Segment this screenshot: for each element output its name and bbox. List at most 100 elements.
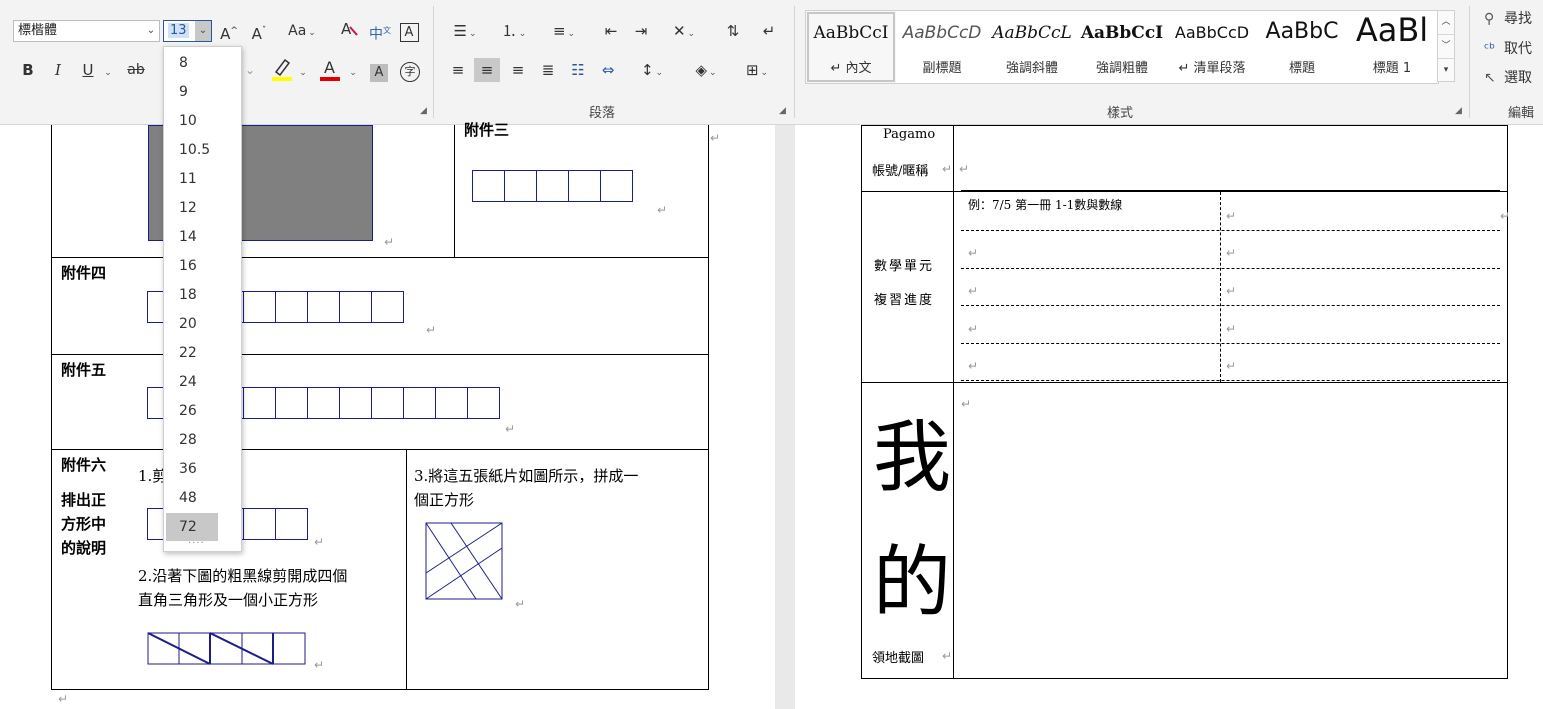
- paragraph-mark: ↵: [1226, 209, 1237, 223]
- highlight-button[interactable]: [270, 56, 294, 81]
- right-page: Pagamo 帳號/暱稱 ↵ ↵ 數學單元 複習進度 例：7/5 第一冊 1-1…: [795, 125, 1543, 709]
- paragraph-mark: ↵: [942, 162, 953, 176]
- paragraph-mark: ↵: [384, 235, 395, 249]
- font-size-option[interactable]: 10.5: [166, 136, 218, 164]
- more-styles-icon[interactable]: ▾: [1438, 59, 1454, 82]
- bullets-button[interactable]: ☰ ⌄: [446, 19, 484, 43]
- step2-text: 2.沿著下圖的粗黑線剪開成四個: [138, 567, 348, 585]
- font-size-dropdown: 8 9 10 10.5 11 12 14 16 18 20 22 24 26 28 36 48 72....: [163, 46, 242, 552]
- paragraph-mark: ↵: [314, 535, 325, 549]
- style-title[interactable]: AaBbC 標題: [1258, 11, 1346, 83]
- font-color-dropdown[interactable]: ⌄: [346, 58, 358, 82]
- font-size-combo[interactable]: 13 ⌄: [163, 20, 212, 42]
- paragraph-mark: ↵: [961, 397, 972, 411]
- separator: [433, 6, 434, 118]
- cursor-icon: ↖: [1484, 70, 1496, 86]
- svg-text:A: A: [324, 58, 335, 77]
- unit-label: 複習進度: [874, 293, 935, 308]
- font-size-option[interactable]: 14: [166, 223, 218, 251]
- paragraph-dialog-launcher[interactable]: ◢: [779, 106, 789, 116]
- font-effects-button[interactable]: ⌄: [240, 58, 260, 82]
- font-size-option[interactable]: 36: [166, 455, 218, 483]
- line-spacing-button[interactable]: ↕ ⌄: [632, 58, 672, 82]
- change-case-button[interactable]: Aa ⌄: [284, 19, 320, 43]
- sort-button[interactable]: ⇅: [722, 19, 744, 43]
- progress-row-line: [961, 380, 1500, 381]
- separator: [794, 6, 795, 118]
- decrease-indent-button[interactable]: ⇤: [600, 19, 622, 43]
- font-size-option[interactable]: 20: [166, 310, 218, 338]
- align-right-button[interactable]: ≡: [506, 58, 530, 82]
- font-size-option[interactable]: 28: [166, 426, 218, 454]
- style-strong[interactable]: AaBbCcI 強調粗體: [1078, 11, 1166, 83]
- font-size-option[interactable]: 10: [166, 107, 218, 135]
- bold-button[interactable]: B: [18, 58, 38, 82]
- replace-button[interactable]: ᶜᵇ 取代: [1484, 38, 1532, 58]
- chevron-down-icon[interactable]: ⌄: [195, 21, 211, 41]
- italic-button[interactable]: I: [48, 58, 68, 82]
- font-dialog-launcher[interactable]: ◢: [420, 106, 430, 116]
- paragraph-mark: ↵: [1500, 209, 1511, 223]
- character-border-button[interactable]: A: [398, 19, 420, 43]
- shrink-font-button[interactable]: Aˇ: [248, 19, 270, 43]
- styles-scroll[interactable]: ︿ ﹀ ▾: [1437, 10, 1455, 82]
- shading-button[interactable]: ◈ ⌄: [686, 58, 726, 82]
- font-color-button[interactable]: A: [318, 56, 342, 81]
- font-size-option[interactable]: 24: [166, 368, 218, 396]
- font-size-option[interactable]: 16: [166, 252, 218, 280]
- styles-group-label: 樣式: [1107, 106, 1134, 121]
- increase-indent-button[interactable]: ⇥: [630, 19, 652, 43]
- style-heading1[interactable]: AaBl 標題 1: [1348, 11, 1436, 83]
- font-size-option[interactable]: 48: [166, 484, 218, 512]
- styles-dialog-launcher[interactable]: ◢: [1455, 106, 1465, 116]
- font-name-combo[interactable]: 標楷體 ⌄: [13, 20, 160, 42]
- underline-button[interactable]: U: [78, 58, 98, 82]
- borders-button[interactable]: ⊞ ⌄: [736, 58, 778, 82]
- phonetic-guide-button[interactable]: 中文: [368, 19, 392, 43]
- style-emphasis[interactable]: AaBbCcL 強調斜體: [988, 11, 1076, 83]
- font-size-value[interactable]: 13: [168, 23, 189, 38]
- distributed-button[interactable]: ☷: [566, 58, 590, 82]
- shading-a-icon: A: [370, 64, 388, 82]
- select-button[interactable]: ↖ 選取: [1484, 67, 1532, 87]
- align-center-button[interactable]: ≡: [474, 58, 500, 82]
- table-border: [51, 257, 709, 258]
- char-distribute-button[interactable]: ⇔: [596, 58, 620, 82]
- show-marks-button[interactable]: ↵: [758, 19, 780, 43]
- grow-font-button[interactable]: A^: [218, 19, 240, 43]
- style-subtitle[interactable]: AaBbCcD 副標題: [898, 11, 986, 83]
- enclose-characters-button[interactable]: 字: [399, 58, 421, 82]
- strikethrough-button[interactable]: ab: [124, 58, 148, 82]
- numbering-button[interactable]: ⒈ ⌄: [494, 19, 534, 43]
- step3-text: 個正方形: [414, 491, 475, 509]
- font-size-option[interactable]: 22: [166, 339, 218, 367]
- font-size-option[interactable]: 8: [166, 49, 218, 77]
- step2-diagram: [147, 632, 306, 665]
- clear-formatting-button[interactable]: A: [338, 19, 360, 43]
- style-normal[interactable]: AaBbCcI ↵ 內文: [806, 11, 896, 83]
- font-size-option[interactable]: 18: [166, 281, 218, 309]
- highlight-dropdown[interactable]: ⌄: [296, 58, 308, 82]
- table-border: [1507, 125, 1508, 678]
- character-shading-button[interactable]: A: [369, 59, 389, 83]
- underline-dropdown[interactable]: ⌄: [101, 58, 113, 82]
- chevron-up-icon[interactable]: ︿: [1438, 11, 1454, 35]
- paragraph-mark: ↵: [710, 131, 721, 145]
- style-list-paragraph[interactable]: AaBbCcD ↵ 清單段落: [1168, 11, 1256, 83]
- align-left-button[interactable]: ≡: [446, 58, 470, 82]
- step3-text: 3.將這五張紙片如圖所示，拼成一: [414, 467, 639, 485]
- attachment4-label: 附件四: [61, 264, 107, 282]
- paragraph-mark: ↵: [968, 284, 979, 298]
- font-size-option[interactable]: 26: [166, 397, 218, 425]
- table-border: [51, 689, 709, 690]
- find-button[interactable]: ⚲ 尋找: [1484, 8, 1532, 28]
- paragraph-mark: ↵: [515, 597, 526, 611]
- font-size-option[interactable]: 12: [166, 194, 218, 222]
- chevron-down-icon[interactable]: ⌄: [143, 21, 159, 41]
- font-size-option[interactable]: 11: [166, 165, 218, 193]
- text-direction-button[interactable]: ✕ ⌄: [665, 19, 703, 43]
- justify-button[interactable]: ≣: [536, 58, 560, 82]
- font-size-option[interactable]: 9: [166, 78, 218, 106]
- multilevel-list-button[interactable]: ≡ ⌄: [544, 19, 584, 43]
- chevron-down-icon[interactable]: ﹀: [1438, 35, 1454, 59]
